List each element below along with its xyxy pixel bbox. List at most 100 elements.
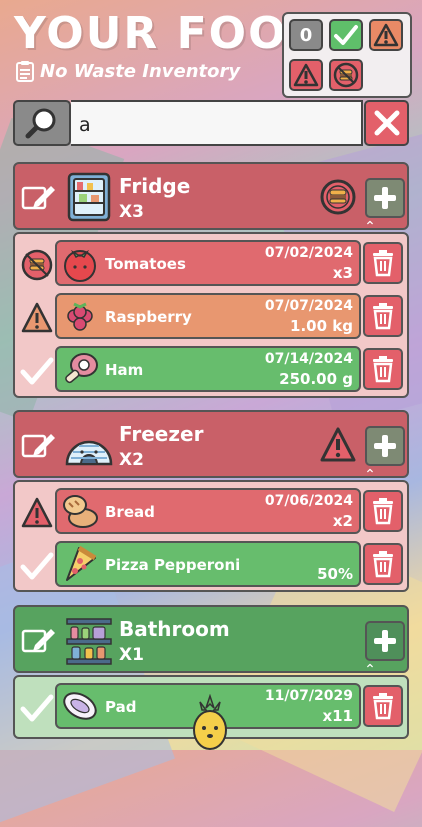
item-card[interactable]: Tomatoes 07/02/2024 x3 (55, 240, 361, 286)
warning-icon (21, 302, 53, 333)
delete-item-button[interactable] (363, 348, 403, 390)
check-icon (334, 25, 358, 45)
edit-icon[interactable] (21, 625, 57, 655)
add-item-button[interactable] (365, 621, 405, 661)
section-header-fridge[interactable]: Fridge X3 (13, 162, 409, 230)
filter-danger-button[interactable] (289, 59, 323, 91)
plus-icon (374, 435, 396, 457)
item-card[interactable]: Pizza Pepperoni 50% (55, 541, 361, 587)
check-icon (20, 357, 54, 385)
pizza-icon (66, 545, 97, 581)
section-name: Bathroom (119, 617, 230, 641)
search-button[interactable] (13, 100, 71, 146)
delete-item-button[interactable] (363, 543, 403, 585)
list-item[interactable]: Ham 07/14/2024 250.00 g (15, 344, 407, 396)
clipboard-icon (16, 61, 34, 82)
trash-icon (373, 498, 393, 525)
collapse-caret[interactable]: ⌃ (362, 663, 378, 677)
expired-icon (21, 249, 53, 281)
item-quantity: x2 (332, 512, 353, 530)
item-quantity: 50% (317, 565, 353, 583)
trash-icon (373, 693, 393, 720)
subtitle-row: No Waste Inventory (16, 60, 240, 82)
igloo-icon (65, 440, 113, 466)
item-name: Ham (105, 361, 144, 379)
list-item[interactable]: Pizza Pepperoni 50% (15, 539, 407, 591)
expired-icon (333, 62, 359, 88)
raspberry-icon (67, 302, 93, 331)
close-icon (374, 110, 399, 136)
clear-search-button[interactable] (364, 100, 409, 146)
list-item[interactable]: Tomatoes 07/02/2024 x3 (15, 238, 407, 290)
pineapple-mascot-icon (193, 694, 227, 750)
add-item-button[interactable] (365, 178, 405, 218)
item-date: 11/07/2029 (264, 688, 353, 704)
app-title: YOUR FOOD (14, 8, 327, 59)
search-input[interactable]: a (71, 100, 363, 146)
edit-icon[interactable] (21, 182, 57, 212)
section-count: X1 (119, 645, 144, 665)
filter-ok-button[interactable] (329, 19, 363, 51)
app-subtitle: No Waste Inventory (40, 60, 241, 82)
danger-icon (21, 497, 53, 528)
section-body-freezer: Bread 07/06/2024 x2 Pizza Pepperoni 50% (13, 480, 409, 592)
item-name: Tomatoes (105, 255, 186, 273)
item-date: 07/07/2024 (264, 298, 353, 314)
tomato-icon (64, 249, 96, 282)
edit-icon[interactable] (21, 430, 57, 460)
item-quantity: 250.00 g (279, 370, 353, 388)
section-header-bathroom[interactable]: Bathroom X1 (13, 605, 409, 673)
trash-icon (373, 356, 393, 383)
filter-count: 0 (299, 24, 313, 46)
check-icon (20, 694, 54, 722)
danger-icon (293, 63, 319, 87)
section-count: X3 (119, 202, 144, 222)
plus-icon (374, 187, 396, 209)
delete-item-button[interactable] (363, 295, 403, 337)
collapse-caret[interactable]: ⌃ (362, 468, 378, 482)
pad-icon (63, 692, 97, 720)
shelf-icon (66, 618, 112, 665)
filter-warning-button[interactable] (369, 19, 403, 51)
ham-icon (65, 353, 98, 384)
filter-expired-button[interactable] (329, 59, 363, 91)
item-date: 07/06/2024 (264, 493, 353, 509)
item-name: Bread (105, 503, 155, 521)
section-body-fridge: Tomatoes 07/02/2024 x3 Raspberry 07/07/2… (13, 232, 409, 398)
trash-icon (373, 250, 393, 277)
delete-item-button[interactable] (363, 242, 403, 284)
section-count: X2 (119, 450, 144, 470)
bread-icon (63, 495, 98, 528)
item-name: Pad (105, 698, 137, 716)
filter-count-button[interactable]: 0 (289, 19, 323, 51)
item-date: 07/02/2024 (264, 245, 353, 261)
item-quantity: x11 (322, 707, 353, 725)
search-icon (25, 108, 56, 139)
section-name: Fridge (119, 174, 191, 198)
item-card[interactable]: Ham 07/14/2024 250.00 g (55, 346, 361, 392)
add-item-button[interactable] (365, 426, 405, 466)
item-name: Raspberry (105, 308, 192, 326)
item-quantity: x3 (332, 264, 353, 282)
fridge-icon (67, 172, 111, 222)
danger-icon (320, 427, 356, 462)
item-date: 07/14/2024 (264, 351, 353, 367)
delete-item-button[interactable] (363, 685, 403, 727)
item-name: Pizza Pepperoni (105, 556, 241, 574)
filter-panel: 0 (282, 12, 412, 98)
section-name: Freezer (119, 422, 204, 446)
check-icon (20, 552, 54, 580)
expired-icon (320, 179, 356, 215)
collapse-caret[interactable]: ⌃ (362, 220, 378, 234)
plus-icon (374, 630, 396, 652)
list-item[interactable]: Bread 07/06/2024 x2 (15, 486, 407, 538)
item-card[interactable]: Raspberry 07/07/2024 1.00 kg (55, 293, 361, 339)
item-card[interactable]: Bread 07/06/2024 x2 (55, 488, 361, 534)
warning-icon (373, 23, 399, 47)
trash-icon (373, 551, 393, 578)
section-header-freezer[interactable]: Freezer X2 (13, 410, 409, 478)
delete-item-button[interactable] (363, 490, 403, 532)
list-item[interactable]: Raspberry 07/07/2024 1.00 kg (15, 291, 407, 343)
trash-icon (373, 303, 393, 330)
item-quantity: 1.00 kg (290, 317, 353, 335)
